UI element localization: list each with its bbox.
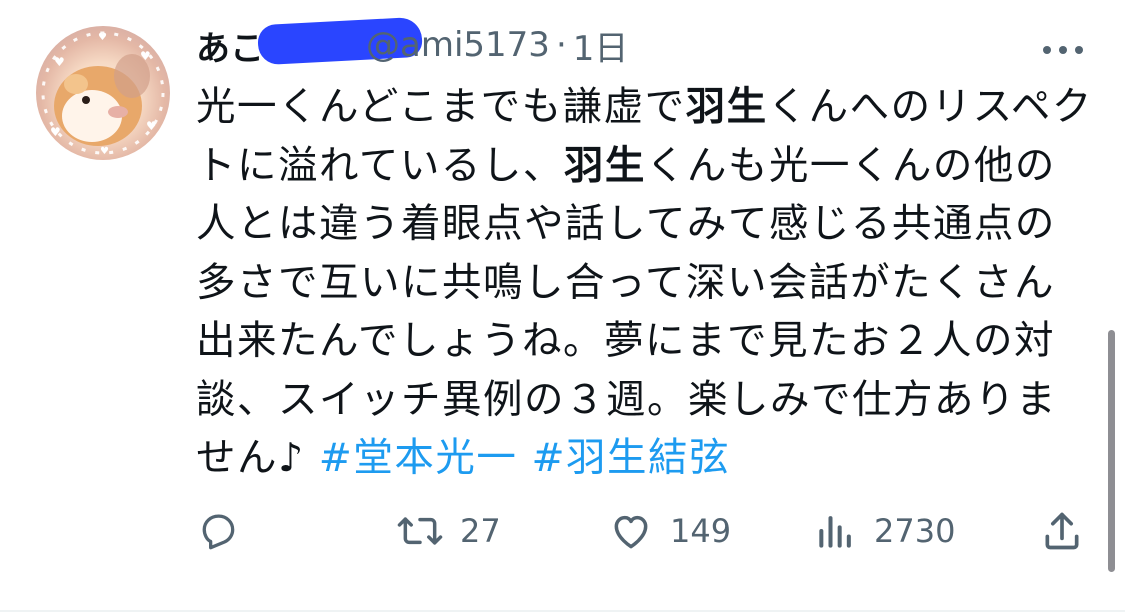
action-bar: 27 149 2730 bbox=[196, 504, 1096, 558]
display-name[interactable]: あこ bbox=[196, 21, 264, 70]
timestamp[interactable]: 1日 bbox=[573, 21, 629, 70]
avatar[interactable]: ♥ ♥ ♥ ♥ ♥ ♥ bbox=[36, 26, 170, 160]
tweet-card[interactable]: ♥ ♥ ♥ ♥ ♥ ♥ あこ @ami5173 · 1日 光一くんどこまでも謙虚… bbox=[0, 0, 1125, 614]
views-chart-icon bbox=[819, 516, 851, 548]
separator-dot: · bbox=[555, 25, 567, 65]
like-count: 149 bbox=[670, 512, 732, 550]
bold-text: 羽生 bbox=[685, 84, 768, 130]
retweet-button[interactable]: 27 bbox=[396, 504, 501, 558]
heart-icon bbox=[614, 515, 648, 549]
scrollbar[interactable] bbox=[1108, 330, 1115, 572]
divider bbox=[0, 610, 1125, 612]
share-button[interactable] bbox=[1040, 504, 1084, 558]
hashtag-link[interactable]: #堂本光一 bbox=[319, 435, 518, 481]
svg-text:♥: ♥ bbox=[54, 55, 65, 69]
user-handle[interactable]: @ami5173 bbox=[366, 25, 550, 65]
svg-text:♥: ♥ bbox=[140, 49, 151, 63]
avatar-image: ♥ ♥ ♥ ♥ ♥ ♥ bbox=[41, 31, 165, 157]
like-button[interactable]: 149 bbox=[608, 504, 731, 558]
tweet-text-segment: くんも光一くんの他の人とは違う着眼点や話してみて感じる共通点の多さで互いに共鳴し… bbox=[196, 142, 1057, 482]
more-options-icon bbox=[1043, 46, 1083, 54]
reply-icon bbox=[202, 514, 235, 550]
tweet-header: あこ @ami5173 · 1日 bbox=[196, 16, 629, 70]
retweet-count: 27 bbox=[460, 512, 501, 550]
bold-text: 羽生 bbox=[563, 142, 646, 189]
hashtag-link[interactable]: #羽生結弦 bbox=[531, 435, 730, 481]
views-button[interactable]: 2730 bbox=[814, 504, 955, 558]
reply-button[interactable] bbox=[196, 504, 240, 558]
share-icon bbox=[1045, 512, 1079, 550]
svg-text:♥: ♥ bbox=[50, 125, 61, 139]
svg-text:♥: ♥ bbox=[98, 32, 107, 43]
tweet-text: 光一くんどこまでも謙虚で羽生くんへのリスペクトに溢れているし、羽生くんも光一くん… bbox=[196, 78, 1096, 488]
views-count: 2730 bbox=[874, 512, 956, 550]
svg-text:♥: ♥ bbox=[146, 119, 157, 133]
more-options-button[interactable] bbox=[1039, 40, 1087, 60]
tweet-text-segment bbox=[517, 435, 531, 481]
tweet-text-segment: 光一くんどこまでも謙虚で bbox=[196, 84, 686, 130]
svg-text:♥: ♥ bbox=[100, 146, 109, 157]
retweet-icon bbox=[397, 517, 443, 545]
